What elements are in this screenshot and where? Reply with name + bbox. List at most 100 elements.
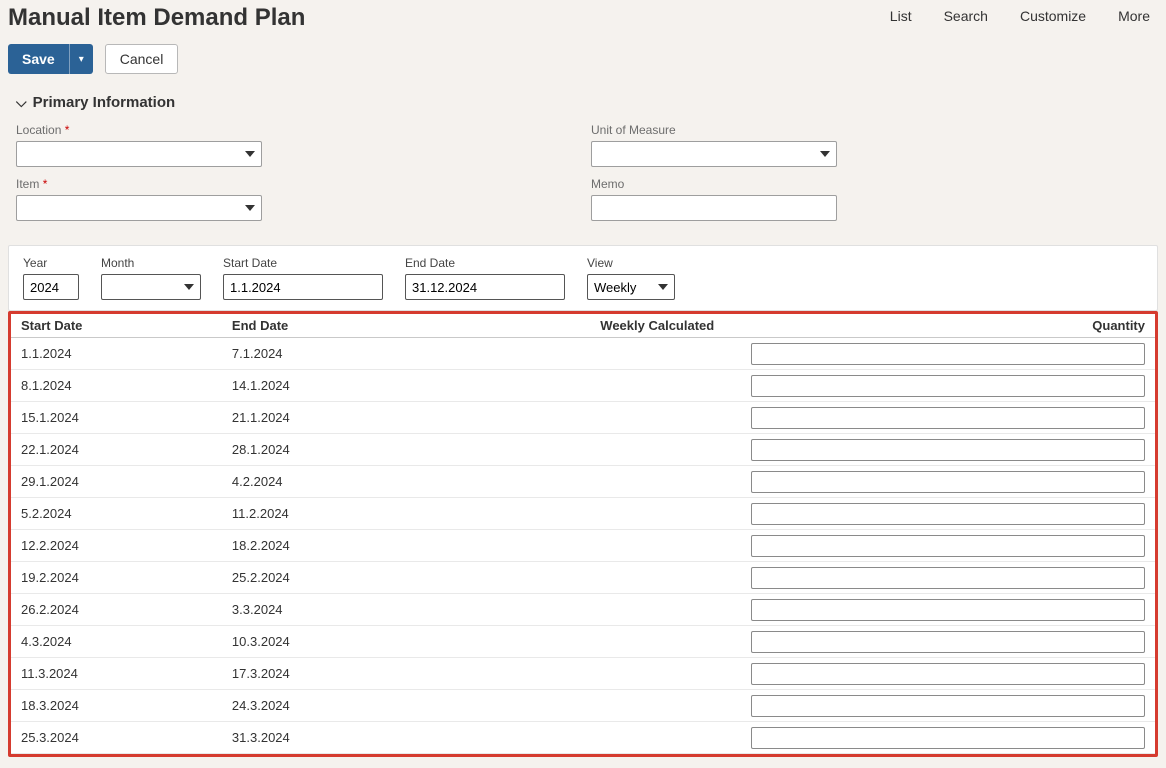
view-select[interactable]: Weekly — [587, 274, 675, 300]
cell-weekly — [590, 658, 741, 690]
cell-end-date: 31.3.2024 — [222, 722, 590, 754]
quantity-input[interactable] — [751, 567, 1145, 589]
quantity-input[interactable] — [751, 599, 1145, 621]
cell-end-date: 18.2.2024 — [222, 530, 590, 562]
quantity-input[interactable] — [751, 375, 1145, 397]
cell-weekly — [590, 498, 741, 530]
cell-weekly — [590, 594, 741, 626]
save-dropdown-button[interactable]: ▾ — [70, 44, 93, 74]
cell-end-date: 21.1.2024 — [222, 402, 590, 434]
table-row[interactable]: 11.3.202417.3.2024 — [11, 658, 1155, 690]
quantity-input[interactable] — [751, 727, 1145, 749]
cell-start-date: 11.3.2024 — [11, 658, 222, 690]
table-row[interactable]: 19.2.202425.2.2024 — [11, 562, 1155, 594]
cell-start-date: 18.3.2024 — [11, 690, 222, 722]
quantity-input[interactable] — [751, 503, 1145, 525]
cell-weekly — [590, 434, 741, 466]
quantity-input[interactable] — [751, 471, 1145, 493]
table-row[interactable]: 4.3.202410.3.2024 — [11, 626, 1155, 658]
th-end-date[interactable]: End Date — [222, 314, 590, 338]
table-row[interactable]: 15.1.202421.1.2024 — [11, 402, 1155, 434]
table-row[interactable]: 5.2.202411.2.2024 — [11, 498, 1155, 530]
table-row[interactable]: 8.1.202414.1.2024 — [11, 370, 1155, 402]
nav-customize[interactable]: Customize — [1020, 8, 1086, 24]
table-row[interactable]: 22.1.202428.1.2024 — [11, 434, 1155, 466]
th-start-date[interactable]: Start Date — [11, 314, 222, 338]
label-start-date: Start Date — [223, 256, 383, 270]
cell-start-date: 12.2.2024 — [11, 530, 222, 562]
quantity-input[interactable] — [751, 695, 1145, 717]
label-memo: Memo — [591, 177, 1166, 191]
cell-end-date: 10.3.2024 — [222, 626, 590, 658]
table-row[interactable]: 12.2.202418.2.2024 — [11, 530, 1155, 562]
cell-start-date: 29.1.2024 — [11, 466, 222, 498]
cell-start-date: 22.1.2024 — [11, 434, 222, 466]
location-select[interactable] — [16, 141, 262, 167]
page-title: Manual Item Demand Plan — [8, 4, 305, 32]
th-weekly[interactable]: Weekly Calculated — [590, 314, 741, 338]
label-end-date: End Date — [405, 256, 565, 270]
required-mark: * — [65, 123, 70, 137]
cell-start-date: 4.3.2024 — [11, 626, 222, 658]
quantity-input[interactable] — [751, 407, 1145, 429]
section-title-primary: Primary Information — [33, 94, 176, 111]
highlighted-table-area: Start Date End Date Weekly Calculated Qu… — [8, 311, 1158, 757]
cell-end-date: 3.3.2024 — [222, 594, 590, 626]
cell-weekly — [590, 530, 741, 562]
cell-end-date: 28.1.2024 — [222, 434, 590, 466]
end-date-input[interactable] — [405, 274, 565, 300]
uom-select[interactable] — [591, 141, 837, 167]
label-year: Year — [23, 256, 79, 270]
table-row[interactable]: 25.3.202431.3.2024 — [11, 722, 1155, 754]
quantity-input[interactable] — [751, 631, 1145, 653]
cancel-button[interactable]: Cancel — [105, 44, 179, 74]
label-uom: Unit of Measure — [591, 123, 1166, 137]
caret-down-icon: ▾ — [79, 54, 84, 65]
table-row[interactable]: 18.3.202424.3.2024 — [11, 690, 1155, 722]
month-select[interactable] — [101, 274, 201, 300]
required-mark: * — [43, 177, 48, 191]
memo-input[interactable] — [591, 195, 837, 221]
nav-search[interactable]: Search — [944, 8, 988, 24]
cell-start-date: 19.2.2024 — [11, 562, 222, 594]
chevron-down-icon[interactable]: ⌵ — [16, 94, 27, 111]
label-month: Month — [101, 256, 201, 270]
cell-end-date: 14.1.2024 — [222, 370, 590, 402]
cell-weekly — [590, 466, 741, 498]
cell-end-date: 17.3.2024 — [222, 658, 590, 690]
cell-start-date: 5.2.2024 — [11, 498, 222, 530]
table-row[interactable]: 1.1.20247.1.2024 — [11, 338, 1155, 370]
year-input[interactable] — [23, 274, 79, 300]
cell-weekly — [590, 626, 741, 658]
cell-weekly — [590, 722, 741, 754]
cell-weekly — [590, 402, 741, 434]
cell-end-date: 25.2.2024 — [222, 562, 590, 594]
cell-end-date: 4.2.2024 — [222, 466, 590, 498]
label-item: Item * — [16, 177, 591, 191]
nav-list[interactable]: List — [890, 8, 912, 24]
cell-start-date: 26.2.2024 — [11, 594, 222, 626]
cell-end-date: 11.2.2024 — [222, 498, 590, 530]
quantity-input[interactable] — [751, 343, 1145, 365]
quantity-input[interactable] — [751, 663, 1145, 685]
demand-table: Start Date End Date Weekly Calculated Qu… — [11, 314, 1155, 754]
nav-more[interactable]: More — [1118, 8, 1150, 24]
cell-start-date: 1.1.2024 — [11, 338, 222, 370]
cell-weekly — [590, 338, 741, 370]
cell-weekly — [590, 562, 741, 594]
cell-start-date: 25.3.2024 — [11, 722, 222, 754]
table-row[interactable]: 26.2.20243.3.2024 — [11, 594, 1155, 626]
cell-end-date: 7.1.2024 — [222, 338, 590, 370]
cell-start-date: 8.1.2024 — [11, 370, 222, 402]
start-date-input[interactable] — [223, 274, 383, 300]
cell-start-date: 15.1.2024 — [11, 402, 222, 434]
quantity-input[interactable] — [751, 439, 1145, 461]
table-row[interactable]: 29.1.20244.2.2024 — [11, 466, 1155, 498]
label-location: Location * — [16, 123, 591, 137]
cell-end-date: 24.3.2024 — [222, 690, 590, 722]
cell-weekly — [590, 370, 741, 402]
th-quantity[interactable]: Quantity — [741, 314, 1155, 338]
item-select[interactable] — [16, 195, 262, 221]
quantity-input[interactable] — [751, 535, 1145, 557]
save-button[interactable]: Save — [8, 44, 70, 74]
